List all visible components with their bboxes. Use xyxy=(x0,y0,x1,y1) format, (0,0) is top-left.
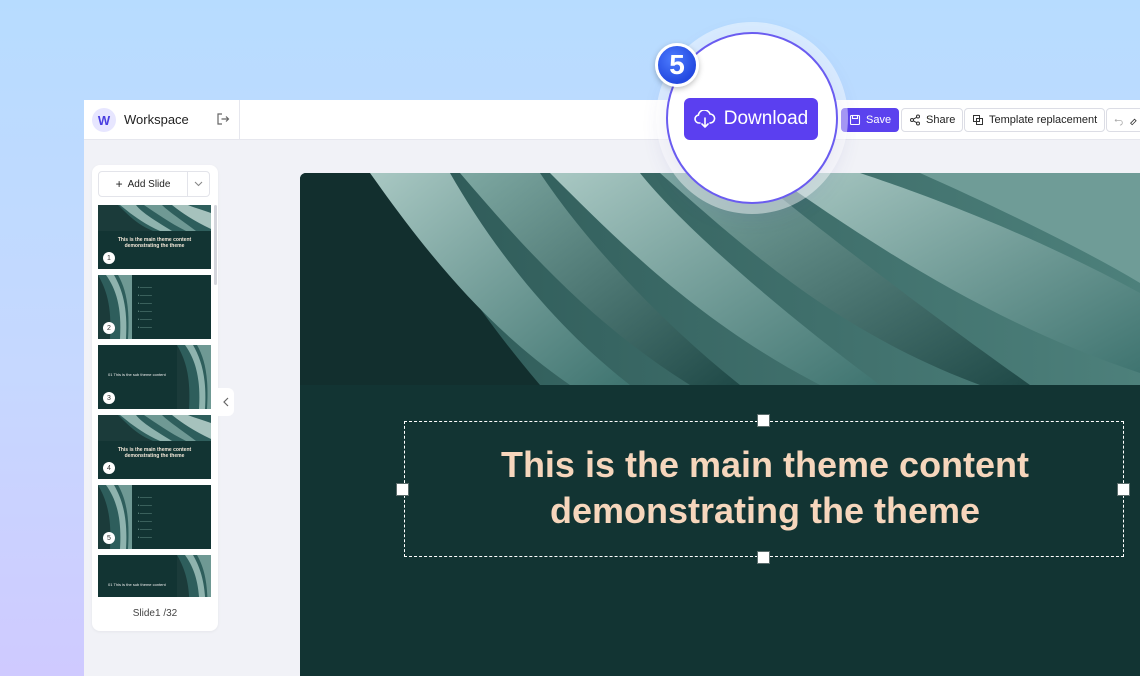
wave-image xyxy=(98,205,211,231)
wave-image xyxy=(98,415,211,441)
thumbnail-scrollbar[interactable] xyxy=(214,205,217,285)
thumbnail-bullets: • ———— • ———— • ———— • ———— • ———— • ———— xyxy=(138,285,152,329)
thumbnail-number: 3 xyxy=(103,392,115,404)
title-textbox[interactable]: This is the main theme content demonstra… xyxy=(404,421,1124,557)
wave-image xyxy=(177,555,211,597)
slide-canvas[interactable]: This is the main theme content demonstra… xyxy=(300,173,1140,676)
add-slide-dropdown[interactable] xyxy=(187,172,209,196)
thumbnail-number: 1 xyxy=(103,252,115,264)
template-icon xyxy=(973,115,983,125)
slide-thumbnail[interactable]: This is the main theme content demonstra… xyxy=(98,415,211,479)
plus-icon: + xyxy=(115,177,123,191)
download-label: Download xyxy=(723,108,809,129)
thumbnail-list: This is the main theme content demonstra… xyxy=(98,205,212,597)
thumbnail-number: 2 xyxy=(103,322,115,334)
thumbnail-number: 5 xyxy=(103,532,115,544)
add-slide-main[interactable]: + Add Slide xyxy=(99,177,187,191)
slide-thumbnail[interactable]: • ———— • ———— • ———— • ———— • ———— • ———— 5 xyxy=(98,485,211,549)
resize-handle-top[interactable] xyxy=(757,414,770,427)
resize-handle-right[interactable] xyxy=(1117,483,1130,496)
resize-handle-left[interactable] xyxy=(396,483,409,496)
download-button[interactable]: Download xyxy=(684,98,818,140)
slide-title[interactable]: This is the main theme content demonstra… xyxy=(405,442,1125,534)
slide-thumbnail[interactable]: 01 This is the sub theme content xyxy=(98,555,211,597)
slide-thumbnail[interactable]: • ———— • ———— • ———— • ———— • ———— • ———— 2 xyxy=(98,275,211,339)
share-button[interactable]: Share xyxy=(901,108,964,132)
share-icon xyxy=(910,114,920,126)
thumbnail-title: This is the main theme content demonstra… xyxy=(117,447,192,459)
exit-icon[interactable] xyxy=(216,112,230,126)
thumbnail-title: This is the main theme content demonstra… xyxy=(117,237,192,249)
save-icon xyxy=(849,114,861,126)
slide-counter: Slide1 /32 xyxy=(132,608,178,619)
resize-handle-bottom[interactable] xyxy=(757,551,770,564)
workspace-title: Workspace xyxy=(124,112,189,127)
undo-icon xyxy=(1114,118,1123,126)
slide-thumbnail[interactable]: 01 This is the sub theme content 3 xyxy=(98,345,211,409)
workspace-block[interactable]: W Workspace xyxy=(84,100,240,140)
chevron-down-icon xyxy=(194,181,203,187)
step-badge: 5 xyxy=(655,43,699,87)
brush-icon xyxy=(1129,118,1137,126)
collapse-sidebar-button[interactable] xyxy=(218,388,234,416)
more-tools-button[interactable] xyxy=(1106,108,1140,132)
save-label: Save xyxy=(866,114,892,126)
thumbnail-subtitle: 01 This is the sub theme content xyxy=(108,582,166,587)
slides-sidebar: + Add Slide This is the main theme conte… xyxy=(92,165,218,631)
app-window: W Workspace Save Share Template replacem… xyxy=(84,100,1140,676)
wave-image xyxy=(177,345,211,409)
add-slide-label: Add Slide xyxy=(127,178,171,190)
top-bar: W Workspace Save Share Template replacem… xyxy=(84,100,1140,140)
thumbnail-bullets: • ———— • ———— • ———— • ———— • ———— • ———— xyxy=(138,495,152,539)
wave-background-image xyxy=(300,173,1140,385)
slide-thumbnail[interactable]: This is the main theme content demonstra… xyxy=(98,205,211,269)
share-label: Share xyxy=(926,114,956,126)
template-replacement-label: Template replacement xyxy=(989,114,1098,126)
save-button[interactable]: Save xyxy=(841,108,900,132)
cloud-download-icon xyxy=(693,110,716,128)
thumbnail-number: 4 xyxy=(103,462,115,474)
thumbnail-subtitle: 01 This is the sub theme content xyxy=(108,372,166,377)
add-slide-button[interactable]: + Add Slide xyxy=(98,171,210,197)
frame: W Workspace Save Share Template replacem… xyxy=(0,0,1140,676)
workspace-avatar: W xyxy=(92,108,116,132)
chevron-left-icon xyxy=(223,397,229,407)
template-replacement-button[interactable]: Template replacement xyxy=(964,108,1106,132)
